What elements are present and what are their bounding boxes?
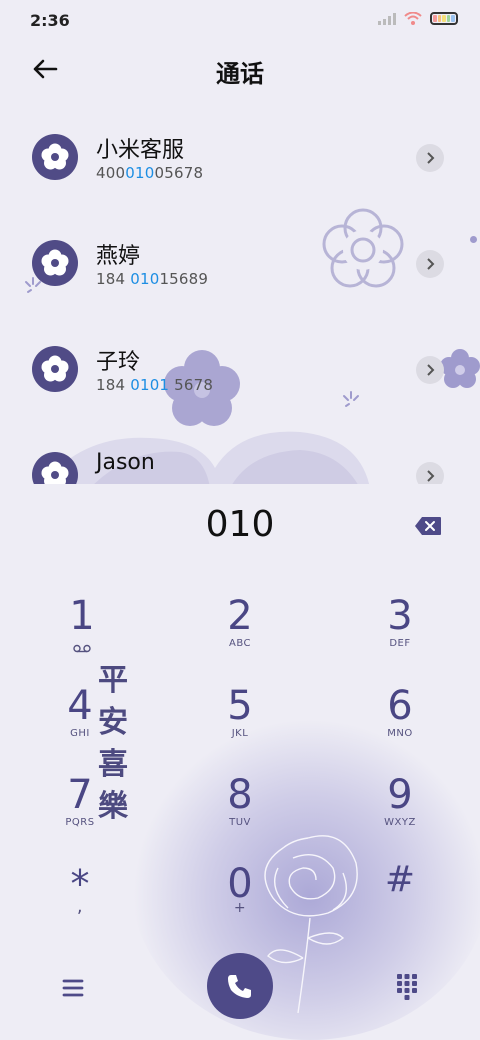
details-button[interactable] [416, 144, 444, 172]
key-9[interactable]: 9 WXYZ [340, 773, 460, 853]
key-8[interactable]: 8 TUV [180, 773, 300, 853]
key-star[interactable]: * , [20, 862, 140, 942]
key-3[interactable]: 3 DEF [340, 594, 460, 674]
flower-avatar-icon [41, 355, 69, 382]
avatar [32, 452, 78, 484]
list-item[interactable]: Jason [0, 428, 480, 484]
dial-input-row: 010 [0, 500, 480, 560]
avatar [32, 134, 78, 180]
header: 通话 [0, 44, 480, 96]
battery-icon [430, 12, 458, 25]
page-title: 通话 [216, 60, 264, 88]
signal-icon [378, 12, 396, 25]
backspace-icon[interactable] [414, 516, 442, 536]
contact-number: 184 01015689 [96, 270, 209, 288]
call-button[interactable] [207, 953, 273, 1019]
chevron-right-icon [427, 470, 435, 482]
voicemail-icon [73, 644, 91, 653]
avatar [32, 346, 78, 392]
contact-number: 184 0101 5678 [96, 376, 214, 394]
details-button[interactable] [416, 250, 444, 278]
bottom-bar [0, 950, 480, 1030]
contact-name: 小米客服 [96, 138, 185, 163]
details-button[interactable] [416, 356, 444, 384]
menu-icon[interactable] [60, 974, 88, 1002]
dial-input[interactable]: 010 [0, 504, 480, 545]
flower-avatar-icon [41, 461, 69, 484]
phone-icon [228, 975, 251, 998]
contact-name: 子玲 [96, 350, 141, 375]
contact-name: 燕婷 [96, 244, 141, 269]
contact-name: Jason [96, 450, 155, 475]
contact-list[interactable]: 小米客服 40001005678 燕婷 184 01015689 子玲 184 … [0, 110, 480, 484]
status-icons [378, 12, 458, 25]
key-2[interactable]: 2 ABC [180, 594, 300, 674]
key-4[interactable]: 4 GHI [20, 684, 140, 764]
flower-avatar-icon [41, 143, 69, 170]
chevron-right-icon [427, 364, 435, 376]
list-item[interactable]: 小米客服 40001005678 [0, 110, 480, 210]
chevron-right-icon [427, 152, 435, 164]
avatar [32, 240, 78, 286]
key-1[interactable]: 1 [22, 594, 142, 674]
details-button[interactable] [416, 462, 444, 484]
key-5[interactable]: 5 JKL [180, 684, 300, 764]
wifi-icon [404, 12, 422, 25]
dialpad-toggle-icon[interactable] [396, 972, 418, 1002]
list-item[interactable]: 子玲 184 0101 5678 [0, 322, 480, 422]
key-7[interactable]: 7 PQRS [20, 773, 140, 853]
contact-number: 40001005678 [96, 164, 204, 182]
key-6[interactable]: 6 MNO [340, 684, 460, 764]
list-item[interactable]: 燕婷 184 01015689 [0, 216, 480, 316]
key-hash[interactable]: # [340, 858, 460, 938]
status-time: 2:36 [30, 11, 70, 30]
key-0[interactable]: 0 + [180, 862, 300, 942]
flower-avatar-icon [41, 249, 69, 276]
status-bar: 2:36 [0, 0, 480, 40]
chevron-right-icon [427, 258, 435, 270]
